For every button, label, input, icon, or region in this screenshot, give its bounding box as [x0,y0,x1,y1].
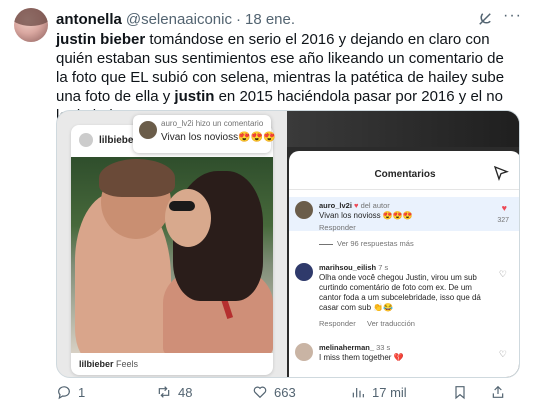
bookmark-button[interactable] [452,384,474,400]
account-name: lilbieber [99,134,138,146]
comment-text: I miss them together 💔 [319,353,404,362]
retweet-count: 48 [178,384,193,400]
more-replies-label: Ver 96 respuestas más [337,239,414,248]
send-icon [493,165,509,181]
tweet-text-part[interactable]: justin [174,88,214,105]
media-left-panel: lilbieber lilbieber Feels auro_lv2i hizo… [57,111,287,377]
reply-button[interactable]: 1 [56,384,85,400]
retweet-icon [158,386,170,398]
instagram-post-card: lilbieber lilbieber Feels [71,125,273,375]
comment-notification-bubble: auro_lv2i hizo un comentario Vivan los n… [133,115,276,153]
comments-title: Comentarios [374,169,436,180]
bubble-message: Vivan los novioss😍😍😍 [161,132,276,143]
views-icon [352,388,364,398]
reply-link: Responder [319,223,356,232]
account-avatar [79,133,93,147]
like-button[interactable]: 663 [252,384,296,400]
author-handle[interactable]: @selenaaiconic [126,11,232,28]
more-replies: Ver 96 respuestas más [319,239,414,248]
tweet-header: antonella @selenaaiconic · 18 ene. ··· [56,7,524,29]
share-icon [492,385,504,398]
comment-meta: 33 s [374,343,391,352]
like-heart-icon: ♥ [501,203,507,213]
sheet-divider [289,189,519,190]
tweet-actions: 1 48 663 17 mil [56,384,526,404]
translate-link: Ver traducción [367,319,415,328]
comment-user-row: marihsou_eilish 7 s [319,263,388,272]
bookmark-icon [455,386,465,400]
comment-user-row: auro_lv2i ♥ del autor [319,201,390,210]
comment-username: marihsou_eilish [319,263,377,272]
grok-icon[interactable] [476,10,494,28]
comment-username: auro_lv2i [319,201,352,210]
media-right-panel: Comentarios auro_lv2i ♥ del autor Vivan … [287,111,519,377]
share-button[interactable] [490,384,512,400]
comment-meta: 7 s [376,263,389,272]
comment-text: Olha onde você chegou Justin, virou um s… [319,273,481,312]
comment-item: auro_lv2i ♥ del autor Vivan los novioss … [289,197,519,232]
views-count: 17 mil [372,384,407,400]
couple-photo [71,157,273,353]
comment-item: marihsou_eilish 7 s Olha onde você chego… [289,263,519,333]
tweet-media[interactable]: lilbieber lilbieber Feels auro_lv2i hizo… [56,110,520,378]
heart-icon [253,386,267,399]
dark-background [287,111,519,147]
commenter-avatar [139,121,157,139]
comment-username: melinaherman_ [319,343,375,352]
separator-dot: · [235,10,241,28]
retweet-button[interactable]: 48 [156,384,192,400]
comment-meta: del autor [358,201,390,210]
comment-user-row: melinaherman_ 33 s [319,343,390,352]
like-count: 327 [497,217,509,224]
views-button[interactable]: 17 mil [350,384,407,400]
reply-icon [58,386,70,400]
reply-count: 1 [78,384,86,400]
reply-link: Responder [319,319,356,328]
comments-sheet: Comentarios auro_lv2i ♥ del autor Vivan … [289,151,519,377]
like-heart-icon: ♡ [498,349,507,359]
caption-text: Feels [113,359,139,369]
post-caption: lilbieber Feels [79,359,138,369]
comment-avatar [295,343,313,361]
comment-text: Vivan los novioss 😍😍😍 [319,211,413,220]
caption-user: lilbieber [79,359,114,369]
like-count: 663 [274,384,296,400]
like-heart-icon: ♡ [498,269,507,279]
more-options-icon[interactable]: ··· [503,7,522,25]
author-name[interactable]: antonella [56,11,122,28]
tweet-text-part[interactable]: justin bieber [56,31,145,48]
comment-avatar [295,263,313,281]
bubble-title: auro_lv2i hizo un comentario [161,119,264,128]
comment-item: melinaherman_ 33 s I miss them together … [289,343,519,377]
author-avatar[interactable] [14,8,48,42]
comment-avatar [295,201,313,219]
tweet-date[interactable]: 18 ene. [245,11,295,28]
